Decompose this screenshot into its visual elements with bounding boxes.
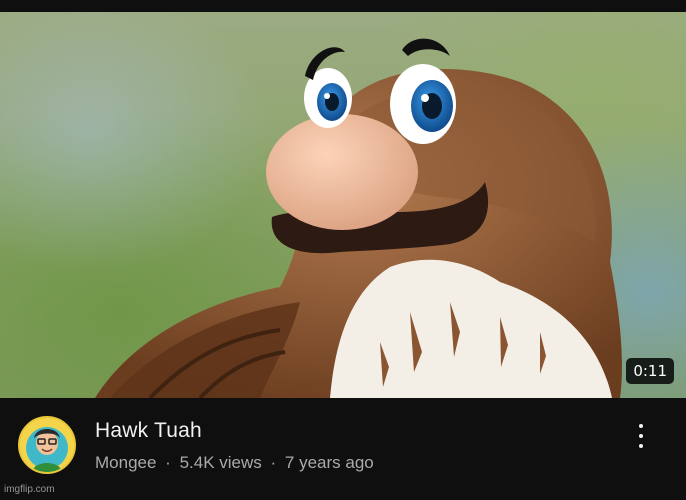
video-meta: Mongee · 5.4K views · 7 years ago [95, 453, 374, 473]
channel-name[interactable]: Mongee [95, 453, 156, 472]
meta-separator: · [165, 453, 171, 472]
avatar-icon [20, 418, 74, 472]
watermark: imgflip.com [4, 484, 55, 495]
more-vert-dot [639, 434, 643, 438]
view-count: 5.4K views [179, 453, 262, 472]
meta-separator: · [270, 453, 277, 472]
upload-age: 7 years ago [284, 453, 374, 472]
duration-badge: 0:11 [626, 358, 674, 384]
video-thumbnail[interactable]: 0:11 [0, 12, 686, 398]
channel-avatar[interactable] [18, 416, 76, 474]
more-options-button[interactable] [626, 420, 656, 454]
more-vert-dot [639, 444, 643, 448]
video-meta-row: Hawk Tuah Mongee · 5.4K views · 7 years … [0, 398, 686, 500]
thumbnail-image [95, 38, 622, 398]
top-bar [0, 0, 686, 12]
more-vert-icon [639, 424, 643, 428]
video-title[interactable]: Hawk Tuah [95, 419, 202, 443]
